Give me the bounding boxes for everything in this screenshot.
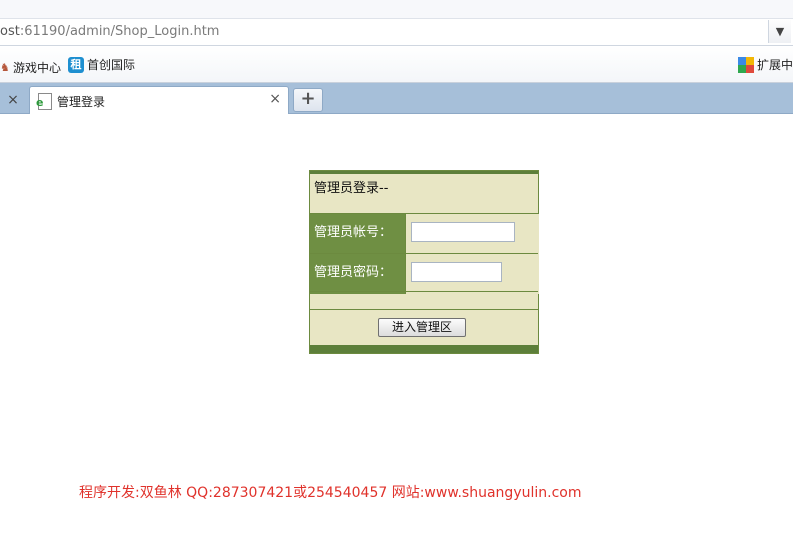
login-panel: 管理员登录-- 管理员帐号： 管理员密码： 进入管理区	[309, 170, 539, 354]
password-input[interactable]	[411, 262, 502, 282]
account-row: 管理员帐号：	[310, 213, 539, 254]
address-bar[interactable]: ost:61190/admin/Shop_Login.htm ▼	[0, 19, 793, 46]
tab-title: 管理登录	[57, 95, 106, 109]
extensions-button[interactable]: 扩展中	[738, 56, 793, 73]
login-spacer-row	[310, 291, 538, 311]
address-dropdown-button[interactable]: ▼	[768, 20, 791, 43]
browser-window: ost:61190/admin/Shop_Login.htm ▼ ♞ 游戏中心 …	[0, 0, 793, 556]
tab-bar: × 管理登录 × +	[0, 83, 793, 115]
extensions-icon	[738, 56, 754, 73]
bookmark-label: 首创国际	[87, 58, 136, 72]
page-content: 管理员登录-- 管理员帐号： 管理员密码： 进入管理区 程序开发:双鱼林 QQ:…	[0, 114, 793, 556]
close-icon[interactable]: ×	[269, 91, 281, 107]
bookmarks-bar: ♞ 游戏中心 租 首创国际 扩展中	[0, 46, 793, 83]
bookmark-label: 游戏中心	[13, 61, 62, 75]
footer-credit: 程序开发:双鱼林 QQ:287307421或254540457 网站:www.s…	[79, 485, 582, 501]
account-input[interactable]	[411, 222, 515, 242]
address-host: ost	[0, 24, 20, 39]
shou-icon: 租	[68, 56, 84, 73]
account-field-cell	[405, 214, 539, 254]
account-label: 管理员帐号：	[310, 214, 405, 254]
address-url[interactable]: ost:61190/admin/Shop_Login.htm	[0, 24, 219, 39]
chevron-down-icon: ▼	[775, 25, 785, 38]
bookmark-shouchuang[interactable]: 租 首创国际	[68, 56, 135, 73]
enter-admin-button[interactable]: 进入管理区	[378, 318, 466, 337]
previous-tab-close-icon[interactable]: ×	[0, 88, 26, 112]
window-top-strip	[0, 0, 793, 19]
password-label: 管理员密码：	[310, 254, 405, 294]
password-field-cell	[405, 254, 539, 294]
password-row: 管理员密码：	[310, 253, 539, 294]
extensions-label: 扩展中	[757, 58, 793, 72]
login-title: 管理员登录--	[314, 181, 389, 196]
login-bottom-bar	[310, 345, 538, 353]
tab-admin-login[interactable]: 管理登录 ×	[29, 86, 289, 115]
page-icon	[36, 93, 52, 110]
game-icon: ♞	[0, 60, 10, 74]
bookmark-game-center[interactable]: ♞ 游戏中心	[0, 59, 61, 76]
new-tab-button[interactable]: +	[293, 88, 323, 112]
address-path: :61190/admin/Shop_Login.htm	[19, 24, 220, 39]
login-top-rule	[310, 171, 538, 174]
submit-row: 进入管理区	[310, 309, 538, 345]
